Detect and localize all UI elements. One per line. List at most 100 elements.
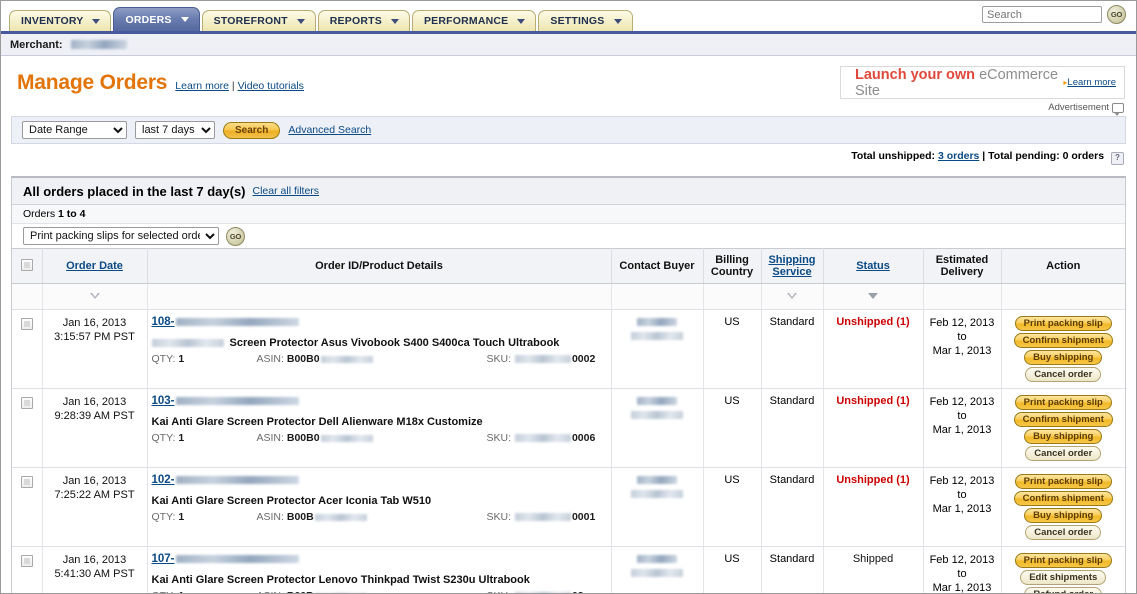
tab-settings[interactable]: SETTINGS <box>538 10 632 31</box>
product-line: Screen Protector Asus Vivobook S400 S400… <box>152 337 607 350</box>
ad-learn-more[interactable]: ▸Learn more <box>1063 77 1116 88</box>
eta-to: Mar 1, 2013 <box>928 502 997 516</box>
ad-headline-red: Launch your own <box>855 67 975 83</box>
buyer-detail-redacted <box>631 490 683 498</box>
row-checkbox[interactable] <box>21 397 33 409</box>
asin-label: ASIN: <box>257 353 284 365</box>
action-button[interactable]: Buy shipping <box>1024 429 1102 444</box>
sku-redacted <box>515 434 571 442</box>
tab-orders[interactable]: ORDERS <box>113 7 199 31</box>
action-button[interactable]: Edit shipments <box>1020 570 1106 585</box>
row-checkbox[interactable] <box>21 555 33 567</box>
chevron-down-icon <box>614 19 622 24</box>
tab-reports[interactable]: REPORTS <box>318 10 410 31</box>
sort-triangle-status-icon[interactable] <box>868 293 878 299</box>
action-button-group: Print packing slip Confirm shipment Buy sh… <box>1006 395 1122 461</box>
header-estimated-delivery: EstimatedDelivery <box>923 249 1001 284</box>
action-button[interactable]: Print packing slip <box>1015 474 1112 489</box>
search-button[interactable]: Search <box>223 122 280 139</box>
ad-headline: Launch your own eCommerce Site <box>855 67 1063 99</box>
estimated-delivery-cell: Feb 12, 2013toMar 1, 2013 <box>923 389 1001 468</box>
order-id-link[interactable]: 102- <box>152 474 175 486</box>
asin-meta: ASIN: B00B <box>257 511 487 523</box>
action-button[interactable]: Buy shipping <box>1024 350 1102 365</box>
search-input[interactable] <box>982 6 1102 23</box>
asin-value: B00B0 <box>287 353 320 365</box>
action-button[interactable]: Cancel order <box>1025 525 1101 540</box>
action-button[interactable]: Cancel order <box>1025 367 1101 382</box>
action-button[interactable]: Confirm shipment <box>1014 491 1113 506</box>
table-row: Jan 16, 20139:28:39 AM PST103-Kai Anti G… <box>12 389 1125 468</box>
eta-to: Mar 1, 2013 <box>928 581 997 594</box>
tab-storefront[interactable]: STOREFRONT <box>202 10 316 31</box>
contact-buyer-cell <box>611 310 703 389</box>
order-id-line: 103- <box>152 395 607 407</box>
eta-to: Mar 1, 2013 <box>928 344 997 358</box>
sort-order-date-link[interactable]: Order Date <box>66 260 123 272</box>
sku-value: 03 <box>572 590 584 594</box>
order-id-link[interactable]: 107- <box>152 553 175 565</box>
header-shipping-service: ShippingService <box>761 249 823 284</box>
action-button[interactable]: Buy shipping <box>1024 508 1102 523</box>
product-title: Screen Protector Asus Vivobook S400 S400… <box>230 337 560 349</box>
ad-learn-more-link[interactable]: Learn more <box>1067 77 1116 88</box>
action-button[interactable]: Print packing slip <box>1015 316 1112 331</box>
order-date-cell: Jan 16, 20133:15:57 PM PST <box>42 310 147 389</box>
product-title: Kai Anti Glare Screen Protector Lenovo T… <box>152 574 530 586</box>
action-button[interactable]: Refund order <box>1024 587 1102 594</box>
merchant-bar: Merchant: <box>1 34 1136 56</box>
row-checkbox[interactable] <box>21 476 33 488</box>
sort-cell-action <box>1001 284 1125 310</box>
video-tutorials-link[interactable]: Video tutorials <box>238 80 304 92</box>
sort-status-link[interactable]: Status <box>856 260 890 272</box>
estimated-delivery-cell: Feb 12, 2013toMar 1, 2013 <box>923 468 1001 547</box>
bulk-action-go-top[interactable]: GO <box>226 227 245 246</box>
select-all-checkbox[interactable] <box>21 259 33 271</box>
order-id-link[interactable]: 103- <box>152 395 175 407</box>
bulk-action-select-top[interactable]: Print packing slips for selected orders <box>23 227 219 245</box>
action-button[interactable]: Print packing slip <box>1015 553 1112 568</box>
sort-cell-buyer <box>611 284 703 310</box>
qty-value: 1 <box>178 353 184 365</box>
action-button[interactable]: Print packing slip <box>1015 395 1112 410</box>
search-go-button[interactable]: GO <box>1107 5 1126 24</box>
date-range-select[interactable]: Date Range <box>22 121 127 139</box>
clear-all-filters-link[interactable]: Clear all filters <box>253 185 320 197</box>
asin-redacted <box>321 435 373 442</box>
order-id-redacted <box>176 555 299 563</box>
sort-triangle-order-date-icon[interactable] <box>90 293 100 299</box>
results-heading: All orders placed in the last 7 day(s) <box>23 184 246 199</box>
help-icon[interactable]: ? <box>1111 152 1124 165</box>
total-unshipped-link[interactable]: 3 orders <box>938 150 979 162</box>
billing-country-cell: US <box>703 468 761 547</box>
advertisement-banner[interactable]: Launch your own eCommerce Site ▸Learn mo… <box>840 66 1125 99</box>
speech-balloon-icon[interactable] <box>1112 103 1124 113</box>
tab-inventory[interactable]: INVENTORY <box>9 10 111 31</box>
tab-label: INVENTORY <box>21 15 83 27</box>
action-button[interactable]: Cancel order <box>1025 446 1101 461</box>
order-id-link[interactable]: 108- <box>152 316 175 328</box>
row-select-cell <box>12 468 42 547</box>
sku-label: SKU: <box>487 511 512 523</box>
orders-table-header-row: Order Date Order ID/Product Details Cont… <box>12 249 1125 284</box>
table-row: Jan 16, 20137:25:22 AM PST102-Kai Anti G… <box>12 468 1125 547</box>
qty-label: QTY: <box>152 353 176 365</box>
row-checkbox[interactable] <box>21 318 33 330</box>
advanced-search-link[interactable]: Advanced Search <box>288 124 371 136</box>
orders-table: Order Date Order ID/Product Details Cont… <box>12 248 1125 594</box>
qty-meta: QTY: 1 <box>152 353 257 365</box>
action-button[interactable]: Confirm shipment <box>1014 412 1113 427</box>
tab-performance[interactable]: PERFORMANCE <box>412 10 536 31</box>
sort-triangle-shipping-service-icon[interactable] <box>787 293 797 299</box>
action-button[interactable]: Confirm shipment <box>1014 333 1113 348</box>
contact-buyer-cell <box>611 547 703 594</box>
order-id-redacted <box>176 397 299 405</box>
order-time: 9:28:39 AM PST <box>47 409 143 423</box>
period-select[interactable]: last 7 days <box>135 121 215 139</box>
sku-value: 0006 <box>572 432 595 444</box>
sort-shipping-service-link[interactable]: ShippingService <box>768 254 815 278</box>
learn-more-link[interactable]: Learn more <box>175 80 229 92</box>
eta-separator: to <box>928 409 997 423</box>
tab-label: STOREFRONT <box>214 15 288 27</box>
sort-cell-details <box>147 284 611 310</box>
